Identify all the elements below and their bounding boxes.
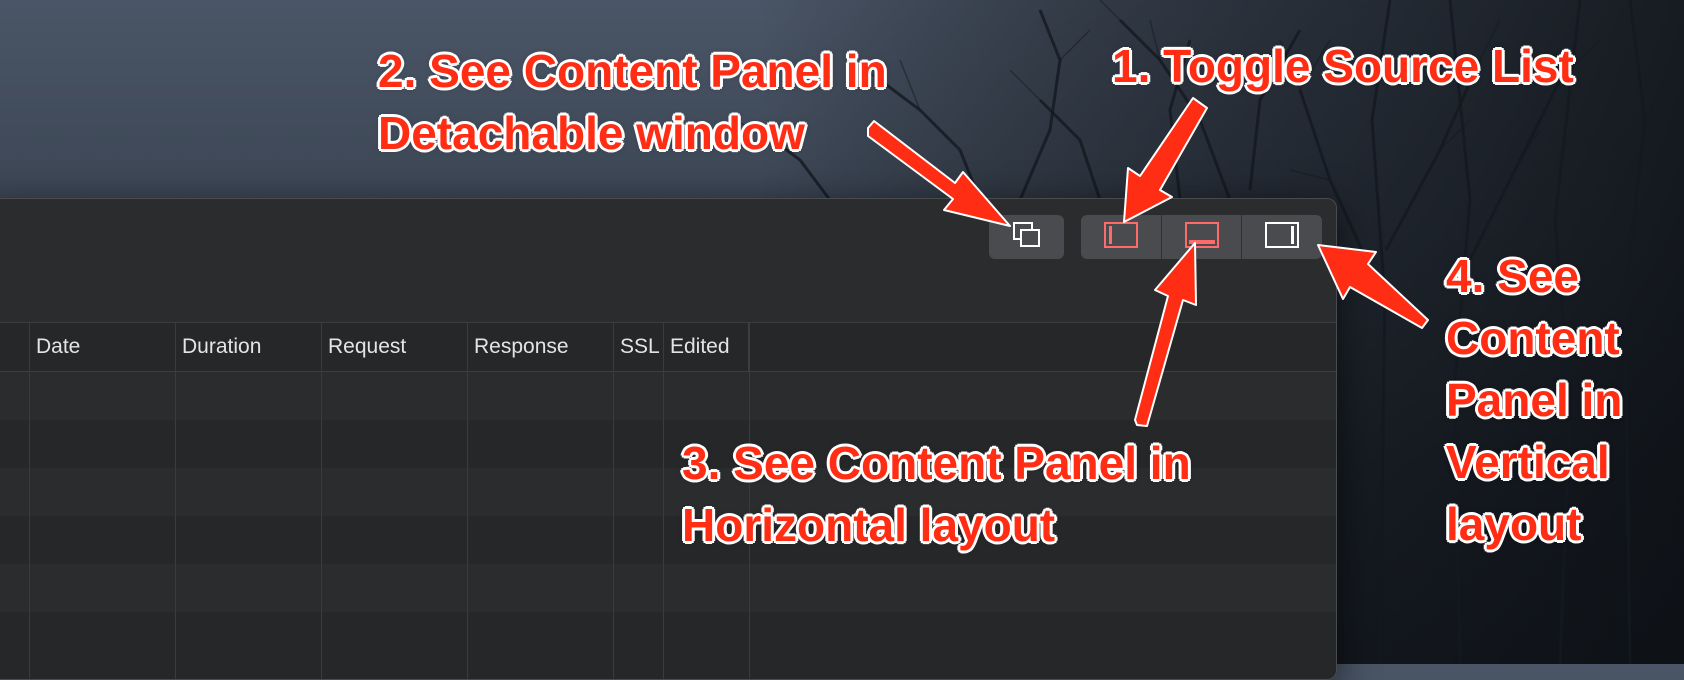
vertical-layout-button[interactable] bbox=[1242, 215, 1322, 259]
horizontal-layout-button[interactable] bbox=[1162, 215, 1243, 259]
detach-window-button[interactable] bbox=[989, 215, 1064, 259]
column-divider bbox=[321, 323, 322, 679]
column-divider bbox=[175, 323, 176, 679]
annotation-vertical-layout: 4. See Content Panel in Vertical layout bbox=[1445, 249, 1623, 551]
horizontal-layout-icon bbox=[1184, 221, 1220, 254]
annotation-detachable-window: 2. See Content Panel in Detachable windo… bbox=[377, 44, 888, 160]
column-header-response[interactable]: Response bbox=[467, 323, 613, 371]
column-divider bbox=[467, 323, 468, 679]
filter-bar bbox=[0, 274, 1336, 323]
column-header-edited[interactable]: Edited bbox=[663, 323, 749, 371]
toggle-source-list-button[interactable] bbox=[1081, 215, 1162, 259]
column-divider bbox=[663, 323, 664, 679]
column-header-date[interactable]: Date bbox=[29, 323, 175, 371]
vertical-layout-icon bbox=[1264, 221, 1300, 254]
column-header-ssl[interactable]: SSL bbox=[613, 323, 663, 371]
table-row[interactable] bbox=[0, 372, 1336, 420]
column-header-duration[interactable]: Duration bbox=[175, 323, 321, 371]
table-header: Date Duration Request Response SSL Edite… bbox=[0, 323, 1336, 372]
column-divider bbox=[613, 323, 614, 679]
detach-window-icon bbox=[1012, 221, 1042, 254]
column-divider bbox=[29, 323, 30, 679]
annotation-toggle-source-list: 1. Toggle Source List bbox=[1111, 39, 1575, 93]
toggle-source-list-icon bbox=[1103, 221, 1139, 254]
table-row[interactable] bbox=[0, 612, 1336, 660]
annotation-horizontal-layout: 3. See Content Panel in Horizontal layou… bbox=[681, 436, 1192, 552]
title-bar bbox=[0, 199, 1336, 275]
layout-segmented-control bbox=[1081, 215, 1322, 259]
column-header-request[interactable]: Request bbox=[321, 323, 467, 371]
table-row[interactable] bbox=[0, 564, 1336, 612]
